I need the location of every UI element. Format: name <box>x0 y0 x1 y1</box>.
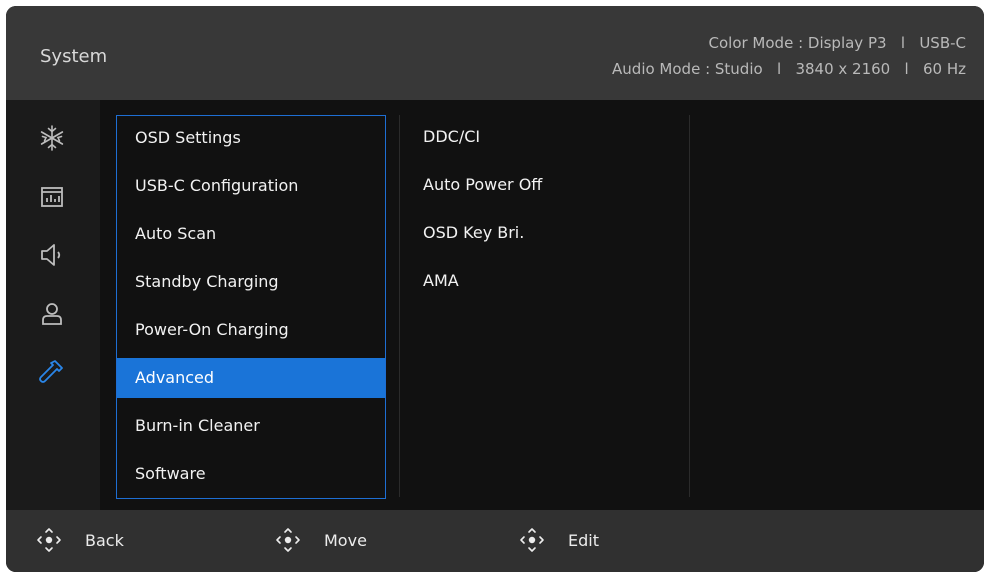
back-label: Back <box>85 530 124 550</box>
menu-item-power-on-charging[interactable]: Power-On Charging <box>117 310 385 350</box>
page-title: System <box>40 46 108 67</box>
category-sidebar <box>6 100 100 510</box>
submenu-item-ddc-ci[interactable]: DDC/CI <box>423 117 480 157</box>
edit-hint[interactable]: Edit <box>516 524 599 556</box>
joystick-press-icon <box>516 524 548 556</box>
osd-window: System Color Mode : Display P3 l USB-C A… <box>6 6 984 572</box>
status-info: Color Mode : Display P3 l USB-C Audio Mo… <box>612 30 966 82</box>
menu-item-advanced[interactable]: Advanced <box>117 358 385 398</box>
submenu-item-ama[interactable]: AMA <box>423 261 459 301</box>
move-label: Move <box>324 530 367 550</box>
back-hint[interactable]: Back <box>33 524 124 556</box>
system-menu: OSD Settings USB-C Configuration Auto Sc… <box>116 115 386 499</box>
speaker-icon[interactable] <box>36 239 68 271</box>
snowflake-icon[interactable] <box>36 122 68 154</box>
header-bar: System Color Mode : Display P3 l USB-C A… <box>6 6 984 100</box>
user-icon[interactable] <box>36 298 68 330</box>
menu-item-burn-in-cleaner[interactable]: Burn-in Cleaner <box>117 406 385 446</box>
chart-icon[interactable] <box>36 180 68 212</box>
column-divider <box>689 115 690 497</box>
column-divider <box>399 115 400 497</box>
joystick-updown-icon <box>272 524 304 556</box>
status-info-line-2: Audio Mode : Studio l 3840 x 2160 l 60 H… <box>612 60 966 78</box>
status-info-line-1: Color Mode : Display P3 l USB-C <box>708 34 967 52</box>
joystick-left-icon <box>33 524 65 556</box>
submenu-item-osd-key-bri[interactable]: OSD Key Bri. <box>423 213 524 253</box>
content-area: OSD Settings USB-C Configuration Auto Sc… <box>100 100 984 510</box>
submenu-item-auto-power-off[interactable]: Auto Power Off <box>423 165 542 205</box>
menu-item-osd-settings[interactable]: OSD Settings <box>117 118 385 158</box>
footer-bar: Back Move Edit <box>6 510 984 572</box>
menu-item-software[interactable]: Software <box>117 454 385 494</box>
menu-item-standby-charging[interactable]: Standby Charging <box>117 262 385 302</box>
menu-item-usb-c-configuration[interactable]: USB-C Configuration <box>117 166 385 206</box>
menu-item-auto-scan[interactable]: Auto Scan <box>117 214 385 254</box>
edit-label: Edit <box>568 530 599 550</box>
move-hint[interactable]: Move <box>272 524 367 556</box>
wrench-icon[interactable] <box>36 356 68 388</box>
